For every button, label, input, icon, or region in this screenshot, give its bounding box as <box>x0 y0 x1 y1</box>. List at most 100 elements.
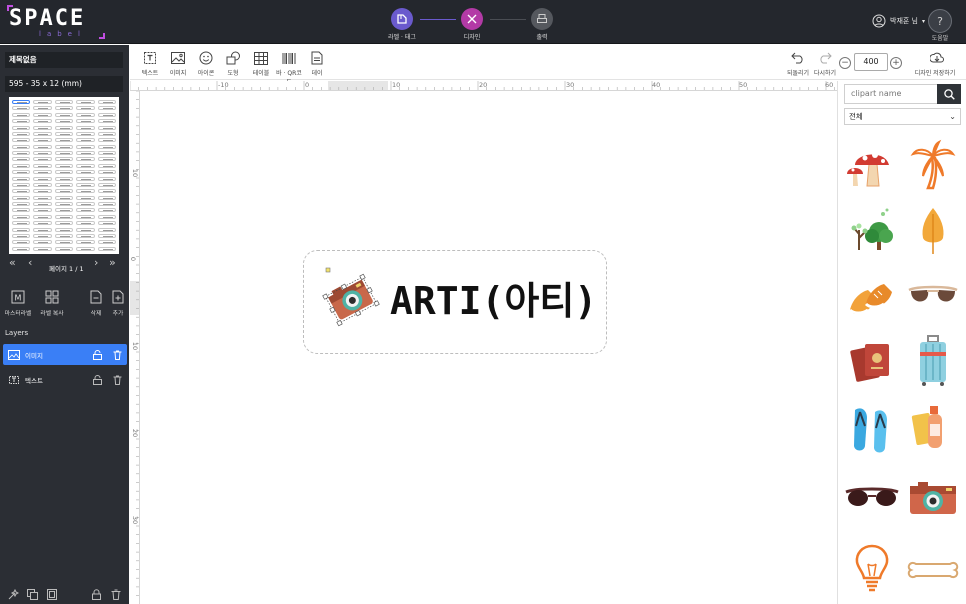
ruler-label: 0 <box>130 257 137 261</box>
layer-item-text[interactable]: 텍스트 <box>3 369 127 390</box>
passport-clipart[interactable] <box>844 331 900 393</box>
preview-label-cell <box>54 100 74 104</box>
page-indicator: 페이지 1 / 1 <box>49 265 84 273</box>
sidebar-bottom-tools <box>0 577 129 603</box>
master-label-button[interactable]: M 마스터라벨 <box>3 289 33 317</box>
preview-label-cell <box>12 151 31 155</box>
add-label-text: 추가 <box>112 311 124 317</box>
save-design-button[interactable]: 디자인 저장하기 <box>915 50 958 77</box>
redo-button[interactable]: 다시하기 <box>810 50 840 77</box>
preview-label-cell <box>12 214 31 219</box>
selected-camera-image[interactable] <box>318 265 384 331</box>
preview-label-cell <box>33 208 52 213</box>
zoom-out-button[interactable]: − <box>839 57 851 69</box>
preview-label-cell <box>33 233 52 238</box>
title-field[interactable]: 제목없음 <box>5 52 123 68</box>
preview-label-cell <box>97 106 116 111</box>
size-field[interactable]: 595 - 35 x 12 (mm) <box>5 76 123 92</box>
save-design-label: 디자인 저장하기 <box>914 70 956 77</box>
palm-tree-clipart[interactable] <box>905 133 961 195</box>
preview-label-cell <box>54 163 74 168</box>
ruler-label: 60 <box>825 81 834 89</box>
sunglasses-clipart[interactable] <box>905 265 961 327</box>
last-page-icon[interactable]: » <box>109 256 116 269</box>
lightbulb-clipart[interactable] <box>844 539 900 601</box>
add-text-button[interactable]: 텍스트 <box>135 50 165 77</box>
preview-label-cell <box>76 157 95 162</box>
trees-clipart[interactable] <box>844 199 900 261</box>
trash-icon[interactable] <box>107 350 127 360</box>
preview-label-cell <box>12 202 31 206</box>
add-image-button[interactable]: 이미지 <box>163 50 193 77</box>
first-page-icon[interactable]: « <box>9 256 16 269</box>
layers-title: Layers <box>5 329 29 337</box>
trash-icon[interactable] <box>107 375 127 385</box>
design-canvas[interactable]: ARTI(아티) <box>141 92 837 604</box>
preview-label-cell <box>54 119 74 124</box>
sunscreen-clipart[interactable] <box>905 397 961 459</box>
help-icon[interactable]: ? <box>928 9 952 33</box>
add-shape-button[interactable]: 도형 <box>218 50 248 77</box>
magic-wand-icon[interactable] <box>8 585 20 604</box>
preview-label-cell <box>54 195 74 200</box>
duplicate-icon[interactable] <box>27 585 38 604</box>
delete-all-icon[interactable] <box>111 585 121 604</box>
next-page-icon[interactable]: › <box>94 256 98 269</box>
suitcase-clipart[interactable] <box>905 331 961 393</box>
undo-button[interactable]: 되돌리기 <box>783 50 813 77</box>
camera-clipart[interactable] <box>905 467 961 529</box>
prev-page-icon[interactable]: ‹ <box>28 256 32 269</box>
preview-label-cell <box>33 182 52 187</box>
image-tool-icon <box>163 50 193 66</box>
autumn-tree-clipart[interactable] <box>905 199 961 261</box>
bone-clipart[interactable] <box>905 539 961 601</box>
add-label-button[interactable]: 추가 <box>103 289 133 317</box>
clipart-category-select[interactable]: 전체 ⌄ <box>844 108 961 125</box>
add-icon-button[interactable]: 아이콘 <box>191 50 221 77</box>
layer-item-image[interactable]: 이미지 <box>3 344 127 365</box>
step-label-tag-text: 라벨 · 태그 <box>388 34 416 41</box>
add-table-button[interactable]: 테이블 <box>246 50 276 77</box>
preview-label-cell <box>97 151 116 155</box>
preview-label-cell <box>76 246 95 251</box>
flip-flops-clipart[interactable] <box>844 397 900 459</box>
dark-sunglasses-clipart[interactable] <box>844 467 900 529</box>
preview-label-cell <box>76 163 95 168</box>
add-image-label: 이미지 <box>169 70 187 77</box>
ruler-label: 20 <box>479 81 488 89</box>
preview-label-cell <box>12 157 31 162</box>
preview-label-cell <box>12 131 31 136</box>
step-print[interactable]: 출력 <box>528 8 556 41</box>
preview-label-cell <box>33 119 52 124</box>
search-button[interactable] <box>937 84 961 104</box>
preview-label-cell <box>54 233 74 238</box>
preview-label-cell <box>76 221 95 226</box>
page-icon[interactable] <box>47 585 57 604</box>
sneakers-clipart[interactable] <box>844 265 900 327</box>
text-tool-icon <box>135 50 165 66</box>
step-design[interactable]: 디자인 <box>458 8 486 41</box>
zoom-in-button[interactable]: + <box>890 57 902 69</box>
copy-label-button[interactable]: 라벨 복사 <box>37 289 67 317</box>
label-artboard[interactable]: ARTI(아티) <box>303 250 607 354</box>
add-data-button[interactable]: 데이 <box>302 50 332 77</box>
ruler-label: -10 <box>218 81 229 89</box>
barcode-icon <box>274 50 304 66</box>
preview-label-cell <box>97 246 116 251</box>
ruler-label: 50 <box>739 81 748 89</box>
label-text[interactable]: ARTI(아티) <box>390 275 597 327</box>
lock-all-icon[interactable] <box>92 585 101 604</box>
lock-icon[interactable] <box>87 374 107 385</box>
space-label-logo[interactable]: SPACE label <box>7 5 105 39</box>
user-menu[interactable]: 박재훈 님 ▾ <box>872 12 925 30</box>
lock-icon[interactable] <box>87 349 107 360</box>
zoom-input[interactable]: 400 <box>854 53 888 71</box>
step-label-tag[interactable]: 라벨 · 태그 <box>388 8 416 41</box>
label-sheet-preview[interactable] <box>9 97 119 254</box>
mushroom-clipart[interactable] <box>844 133 900 195</box>
preview-label-cell <box>76 182 95 187</box>
preview-label-cell <box>97 144 116 149</box>
clipart-panel: clipart name 전체 ⌄ <box>837 81 966 604</box>
clipart-search-input[interactable]: clipart name <box>844 84 938 104</box>
preview-label-cell <box>54 151 74 155</box>
